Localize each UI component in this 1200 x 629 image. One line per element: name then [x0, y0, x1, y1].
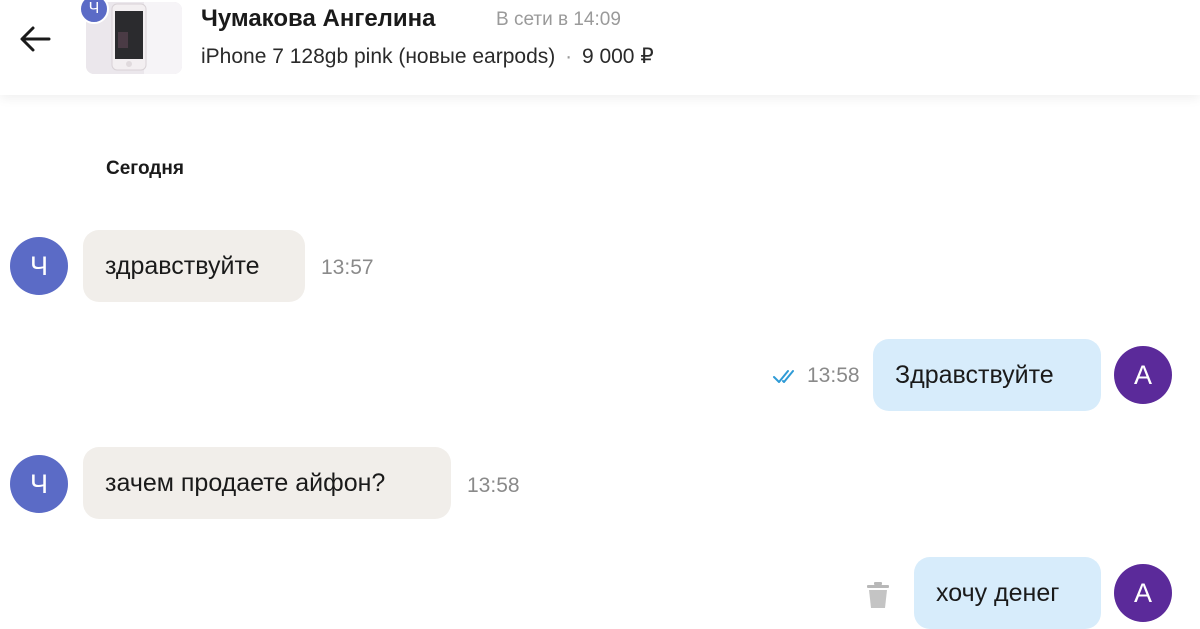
- listing-separator: ·: [565, 45, 573, 68]
- sender-avatar[interactable]: Ч: [10, 455, 68, 513]
- back-button[interactable]: [14, 20, 56, 58]
- message-time: 13:58: [467, 474, 520, 497]
- outgoing-message-bubble: хочу денег: [914, 557, 1101, 629]
- message-text: хочу денег: [936, 578, 1060, 607]
- user-avatar[interactable]: А: [1114, 564, 1172, 622]
- user-avatar[interactable]: А: [1114, 346, 1172, 404]
- online-status: В сети в 14:09: [496, 9, 621, 30]
- incoming-message-bubble: здравствуйте: [83, 230, 305, 302]
- message-time: 13:58: [807, 364, 860, 387]
- arrow-left-icon[interactable]: [19, 25, 51, 53]
- sender-avatar[interactable]: Ч: [10, 237, 68, 295]
- listing-title[interactable]: iPhone 7 128gb pink (новые earpods): [201, 45, 555, 68]
- seller-name[interactable]: Чумакова Ангелина: [201, 5, 436, 33]
- incoming-message-bubble: зачем продаете айфон?: [83, 447, 451, 519]
- message-text: Здравствуйте: [895, 360, 1054, 389]
- listing-info[interactable]: iPhone 7 128gb pink (новые earpods) · 9 …: [201, 44, 654, 69]
- listing-price: 9 000 ₽: [581, 45, 654, 68]
- double-check-icon: [773, 370, 794, 383]
- message-time: 13:57: [321, 256, 374, 279]
- outgoing-message-bubble: Здравствуйте: [873, 339, 1101, 411]
- date-separator: Сегодня: [106, 158, 184, 179]
- message-text: зачем продаете айфон?: [105, 468, 386, 497]
- message-text: здравствуйте: [105, 251, 260, 280]
- trash-icon[interactable]: [866, 582, 890, 608]
- chat-header: Ч Чумакова Ангелина В сети в 14:09 iPhon…: [0, 0, 1200, 95]
